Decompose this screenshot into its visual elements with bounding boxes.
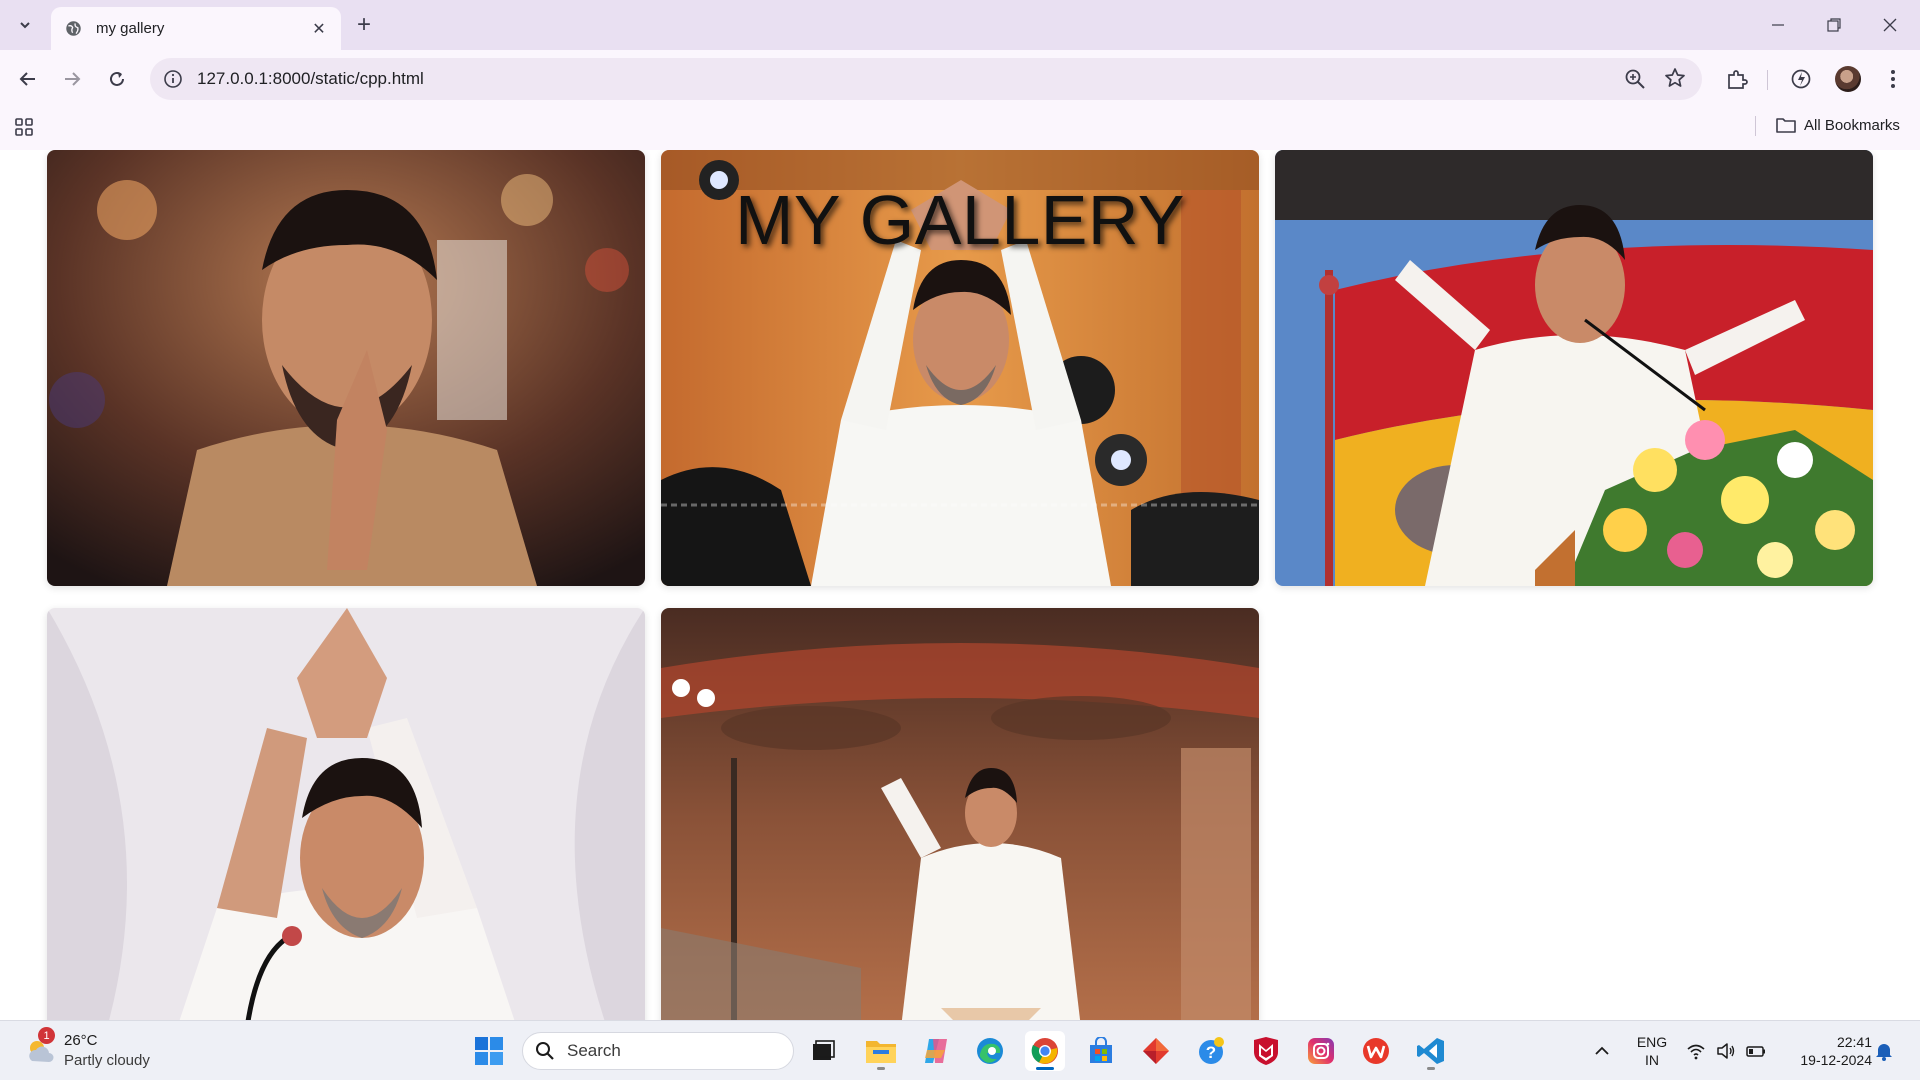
start-button[interactable] — [469, 1031, 509, 1071]
extensions-button[interactable] — [1724, 66, 1750, 92]
close-window-button[interactable] — [1862, 0, 1918, 50]
instagram-app[interactable] — [1301, 1031, 1341, 1071]
battery-icon[interactable] — [1746, 1041, 1766, 1061]
tab-search-button[interactable] — [10, 10, 40, 40]
more-vertical-icon — [1891, 70, 1895, 88]
bookmark-star-icon[interactable] — [1664, 67, 1686, 89]
svg-text:?: ? — [1206, 1043, 1216, 1062]
gallery-photo-5[interactable] — [661, 608, 1259, 1020]
performance-button[interactable] — [1788, 66, 1814, 92]
diamond-icon — [1143, 1038, 1169, 1064]
help-app[interactable]: ? — [1191, 1031, 1231, 1071]
address-bar[interactable]: 127.0.0.1:8000/static/cpp.html — [150, 58, 1702, 100]
task-view-icon — [813, 1040, 835, 1060]
minimize-icon — [1772, 24, 1784, 26]
bookmarks-bar — [0, 108, 1920, 150]
app-running-indicator — [877, 1067, 885, 1070]
language-bottom: IN — [1645, 1052, 1659, 1068]
edge-app[interactable] — [970, 1031, 1010, 1071]
notification-bell-icon[interactable] — [1874, 1041, 1894, 1061]
arrow-left-icon — [19, 72, 35, 86]
chevron-up-icon[interactable] — [1592, 1041, 1612, 1061]
gallery-photo-3[interactable] — [1275, 150, 1873, 586]
close-icon — [1883, 18, 1897, 32]
file-explorer-app[interactable] — [861, 1031, 901, 1071]
diamond-app[interactable] — [1136, 1031, 1176, 1071]
gallery-page: MY GALLERY — [0, 150, 1920, 1020]
copilot-icon — [925, 1039, 947, 1063]
new-tab-button[interactable]: + — [349, 10, 379, 40]
weather-temp: 26°C — [64, 1032, 98, 1049]
vscode-icon — [1417, 1038, 1444, 1064]
site-info-icon[interactable] — [163, 69, 183, 89]
photo-folded-hands-white — [47, 608, 645, 1020]
volume-icon[interactable] — [1716, 1041, 1736, 1061]
restore-button[interactable] — [1806, 0, 1862, 50]
gallery-heading: MY GALLERY — [735, 181, 1185, 259]
tab-close-icon[interactable]: ✕ — [309, 19, 329, 39]
performance-icon — [1791, 69, 1811, 89]
reload-button[interactable] — [101, 63, 133, 95]
copilot-app[interactable] — [916, 1031, 956, 1071]
folder-icon — [1776, 118, 1796, 133]
help-icon: ? — [1199, 1037, 1224, 1064]
clock[interactable]: 22:41 19-12-2024 — [1782, 1033, 1872, 1069]
wifi-icon[interactable] — [1686, 1041, 1706, 1061]
app-running-indicator — [1427, 1067, 1435, 1070]
folder-app-icon — [866, 1041, 896, 1063]
mcafee-app[interactable] — [1246, 1031, 1286, 1071]
chrome-icon — [1031, 1038, 1058, 1064]
photo-podium-flowers — [1275, 150, 1873, 586]
profile-avatar[interactable] — [1835, 66, 1861, 92]
photo-waving-stage — [661, 608, 1259, 1020]
language-indicator[interactable]: ENG IN — [1630, 1033, 1674, 1069]
tab-title: my gallery — [96, 20, 165, 37]
chrome-app[interactable] — [1025, 1031, 1065, 1071]
app-active-indicator — [1036, 1067, 1054, 1070]
wps-icon — [1363, 1038, 1389, 1064]
browser-toolbar: 127.0.0.1:8000/static/cpp.html — [0, 50, 1920, 108]
all-bookmarks-button[interactable]: All Bookmarks — [1776, 114, 1900, 136]
apps-grid-icon[interactable] — [14, 117, 34, 137]
instagram-icon — [1308, 1038, 1334, 1064]
tab-my-gallery[interactable]: my gallery ✕ — [51, 7, 341, 50]
search-icon — [536, 1042, 554, 1060]
all-bookmarks-label: All Bookmarks — [1804, 116, 1900, 134]
url-text[interactable]: 127.0.0.1:8000/static/cpp.html — [197, 69, 424, 89]
reload-icon — [110, 71, 124, 86]
weather-badge: 1 — [38, 1027, 55, 1044]
windows-taskbar: 1 26°C Partly cloudy Search ? ENG IN 22:… — [0, 1020, 1920, 1080]
shield-icon — [1254, 1037, 1278, 1065]
gallery-photo-1[interactable] — [47, 150, 645, 586]
back-button[interactable] — [12, 63, 44, 95]
forward-button[interactable] — [56, 63, 88, 95]
task-view-button[interactable] — [803, 1031, 843, 1071]
arrow-right-icon — [65, 72, 81, 86]
globe-icon — [66, 21, 81, 36]
store-icon — [1090, 1037, 1112, 1063]
vscode-app[interactable] — [1411, 1031, 1451, 1071]
edge-icon — [977, 1038, 1003, 1064]
bookmarks-divider — [1755, 116, 1756, 136]
chrome-menu-button[interactable] — [1880, 66, 1906, 92]
puzzle-icon — [1728, 70, 1748, 89]
chevron-down-icon — [20, 22, 30, 29]
windows-logo-icon — [475, 1037, 503, 1065]
toolbar-divider — [1767, 70, 1768, 90]
restore-icon — [1827, 18, 1841, 32]
photo-folded-hands-beige — [47, 150, 645, 586]
gallery-photo-4[interactable] — [47, 608, 645, 1020]
clock-date: 19-12-2024 — [1800, 1052, 1872, 1068]
wps-office-app[interactable] — [1356, 1031, 1396, 1071]
minimize-button[interactable] — [1750, 0, 1806, 50]
taskbar-search[interactable]: Search — [522, 1032, 794, 1070]
browser-tabstrip: my gallery ✕ + — [0, 0, 1920, 50]
clock-time: 22:41 — [1836, 1034, 1872, 1050]
language-top: ENG — [1636, 1034, 1668, 1050]
search-placeholder: Search — [567, 1041, 621, 1060]
weather-widget[interactable]: 1 26°C Partly cloudy — [24, 1027, 174, 1073]
weather-condition: Partly cloudy — [64, 1052, 150, 1069]
zoom-icon[interactable] — [1624, 68, 1646, 90]
store-app[interactable] — [1081, 1031, 1121, 1071]
